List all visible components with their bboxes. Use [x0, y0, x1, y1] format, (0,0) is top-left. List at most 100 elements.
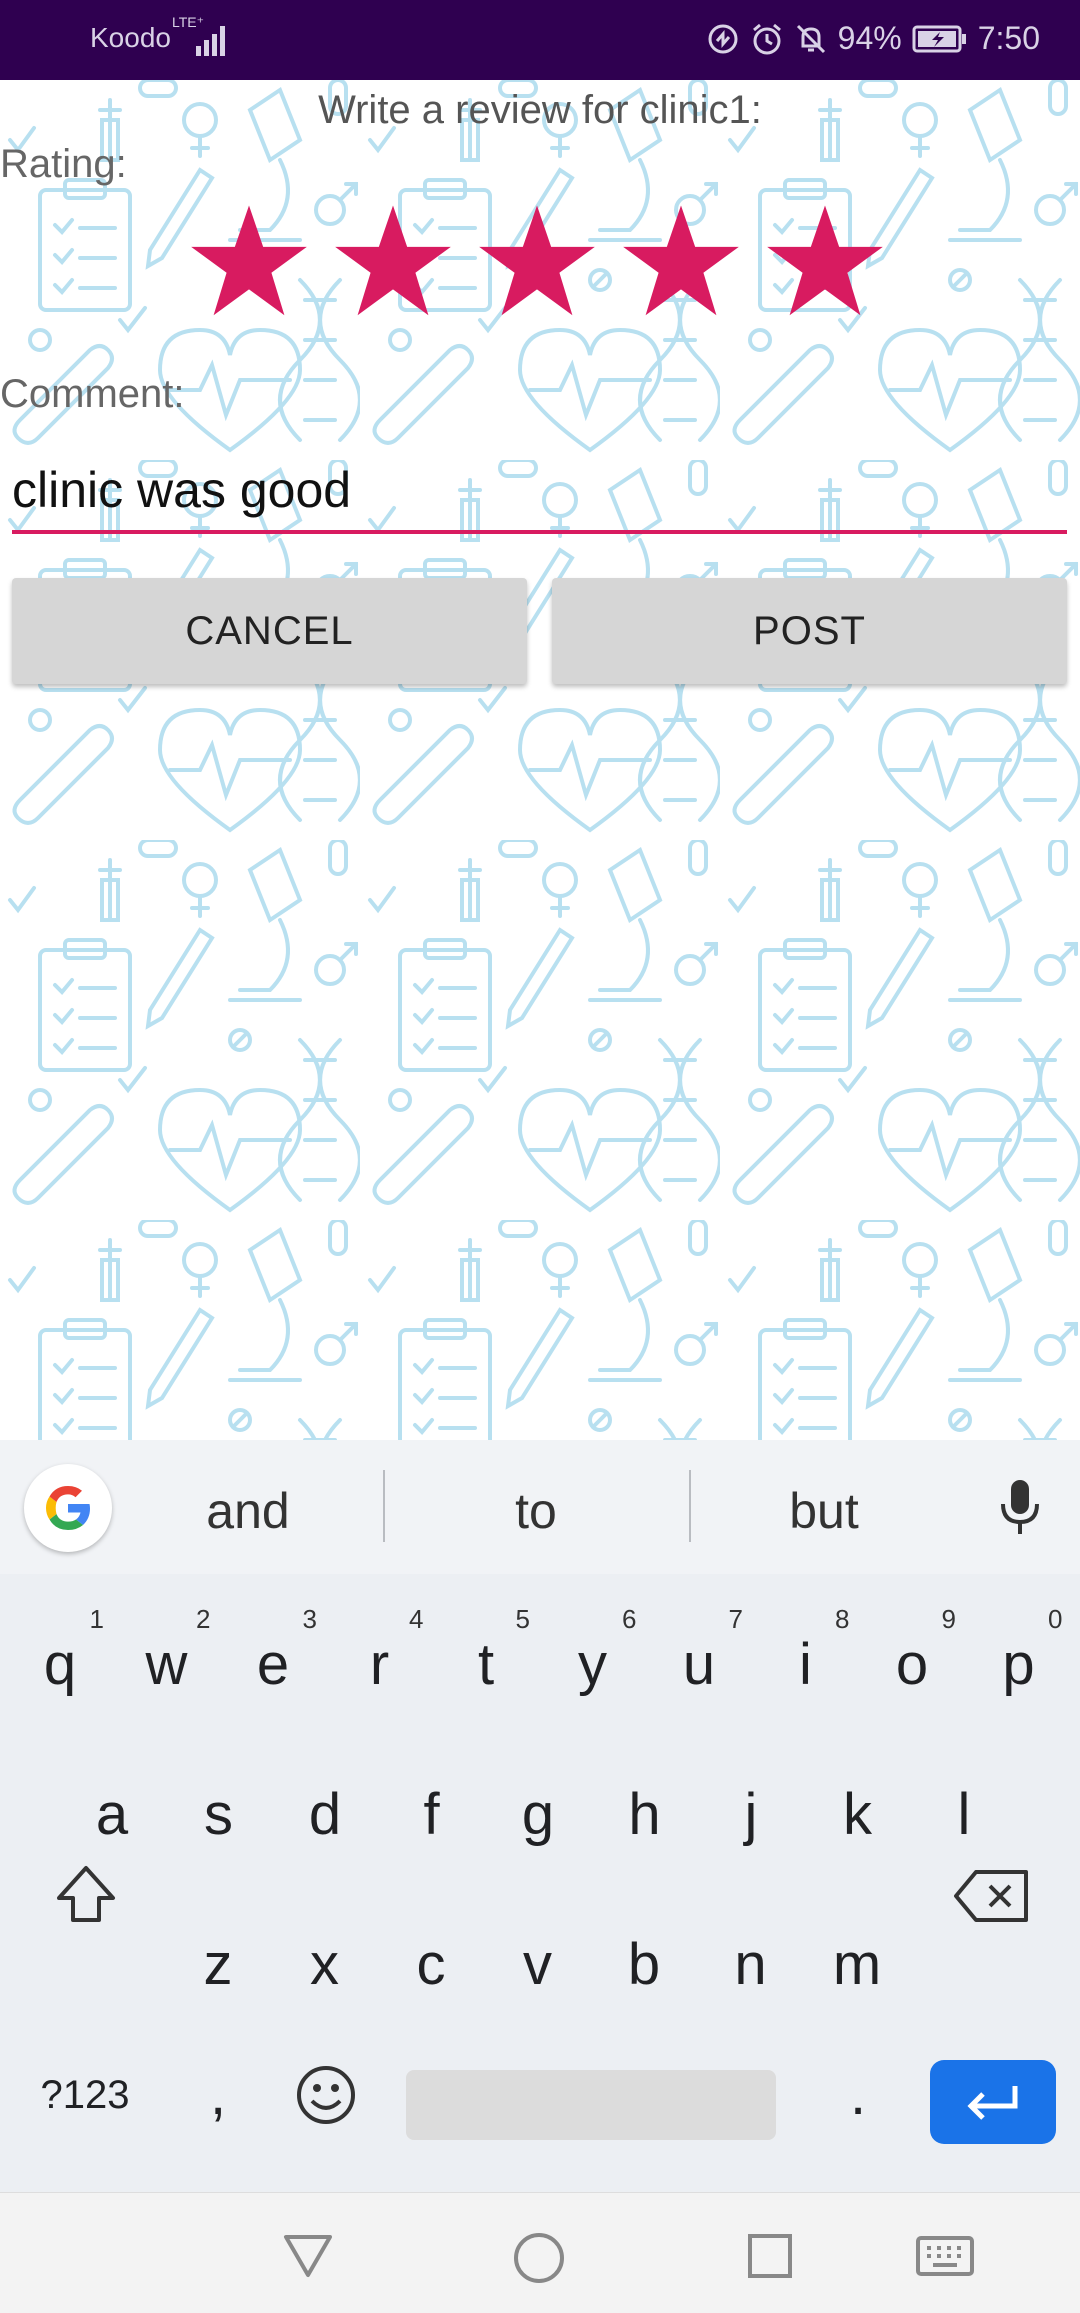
data-saver-icon [708, 24, 738, 53]
key-label: r [369, 1632, 390, 1697]
rating-star-icon[interactable] [478, 202, 596, 320]
key-b[interactable]: b [594, 1900, 694, 2030]
key-label: y [578, 1632, 607, 1697]
key-hint: 6 [622, 1604, 637, 1634]
key-label: g [521, 1782, 555, 1847]
key-i[interactable]: i8 [756, 1600, 856, 1730]
key-k[interactable]: k [808, 1750, 908, 1880]
suggestion-divider [689, 1470, 691, 1542]
shift-icon [57, 1866, 115, 1922]
key-hint: 8 [835, 1604, 850, 1634]
key-label: j [744, 1782, 758, 1847]
suggestion-2[interactable]: to [436, 1482, 636, 1540]
rating-star-icon[interactable] [766, 202, 884, 320]
key-label: f [423, 1782, 440, 1847]
rating-bar[interactable] [190, 202, 884, 320]
signal-icon [196, 26, 225, 56]
key-x[interactable]: x [275, 1900, 375, 2030]
key-q[interactable]: q1 [10, 1600, 110, 1730]
key-o[interactable]: o9 [862, 1600, 962, 1730]
key-z[interactable]: z [168, 1900, 268, 2030]
carrier-name: Koodo [90, 22, 171, 53]
key-f[interactable]: f [382, 1750, 482, 1880]
enter-key[interactable] [930, 2060, 1056, 2144]
key-label: w [145, 1632, 188, 1697]
symbols-key[interactable]: ?123 [20, 2030, 150, 2160]
key-label: p [1002, 1632, 1035, 1697]
home-icon[interactable] [512, 2231, 566, 2285]
key-label: n [734, 1932, 767, 1997]
backspace-key[interactable] [942, 1830, 1042, 1960]
status-bar: Koodo LTE⁺ 94% 7:50 [0, 0, 1080, 80]
key-w[interactable]: w2 [117, 1600, 217, 1730]
google-icon[interactable] [24, 1464, 112, 1552]
key-m[interactable]: m [807, 1900, 907, 2030]
comment-input[interactable] [12, 450, 1067, 534]
backspace-icon [954, 1870, 1028, 1922]
back-icon[interactable] [280, 2231, 336, 2281]
key-hint: 2 [196, 1604, 211, 1634]
key-u[interactable]: u7 [649, 1600, 749, 1730]
key-label: v [523, 1932, 552, 1997]
key-hint: 9 [941, 1604, 956, 1634]
key-p[interactable]: p0 [969, 1600, 1069, 1730]
page-title: Write a review for clinic1: [318, 88, 762, 132]
key-label: z [203, 1932, 233, 1997]
review-screen: Write a review for clinic1: Rating: Comm… [0, 80, 1080, 1440]
key-hint: 7 [728, 1604, 743, 1634]
rating-star-icon[interactable] [190, 202, 308, 320]
suggestion-divider [383, 1470, 385, 1542]
key-label: q [43, 1632, 77, 1697]
key-label: x [310, 1932, 339, 1997]
key-label: h [628, 1782, 661, 1847]
key-g[interactable]: g [488, 1750, 588, 1880]
comma-key[interactable]: , [168, 2030, 268, 2160]
rating-star-icon[interactable] [334, 202, 452, 320]
key-c[interactable]: c [381, 1900, 481, 2030]
recents-icon[interactable] [745, 2231, 795, 2281]
emoji-key[interactable] [276, 2030, 376, 2160]
key-d[interactable]: d [275, 1750, 375, 1880]
navigation-bar [0, 2192, 1080, 2313]
keyboard-toggle-icon[interactable] [915, 2235, 975, 2277]
battery-icon [912, 25, 966, 52]
key-v[interactable]: v [488, 1900, 588, 2030]
suggestion-3[interactable]: but [724, 1482, 924, 1540]
emoji-icon [297, 2066, 355, 2124]
post-button[interactable]: POST [552, 578, 1067, 684]
key-hint: 5 [515, 1604, 530, 1634]
mic-icon[interactable] [996, 1476, 1044, 1540]
key-label: c [416, 1932, 446, 1997]
key-label: k [843, 1782, 872, 1847]
key-s[interactable]: s [169, 1750, 269, 1880]
key-y[interactable]: y6 [543, 1600, 643, 1730]
key-label: d [308, 1782, 342, 1847]
shift-key[interactable] [36, 1830, 136, 1960]
key-label: b [627, 1932, 661, 1997]
key-r[interactable]: r4 [330, 1600, 430, 1730]
key-label: o [895, 1632, 929, 1697]
cancel-button[interactable]: CANCEL [12, 578, 527, 684]
comment-label: Comment: [0, 372, 185, 416]
key-t[interactable]: t5 [436, 1600, 536, 1730]
clock: 7:50 [977, 20, 1040, 56]
key-e[interactable]: e3 [223, 1600, 323, 1730]
period-key[interactable]: . [808, 2030, 908, 2160]
alarm-icon [752, 23, 781, 54]
key-j[interactable]: j [701, 1750, 801, 1880]
key-n[interactable]: n [701, 1900, 801, 2030]
key-label: u [682, 1632, 716, 1697]
key-hint: 3 [302, 1604, 317, 1634]
rating-star-icon[interactable] [622, 202, 740, 320]
space-key[interactable] [406, 2070, 776, 2140]
key-label: i [799, 1632, 812, 1697]
key-hint: 4 [409, 1604, 424, 1634]
do-not-disturb-icon [796, 24, 825, 53]
key-label: s [204, 1782, 233, 1847]
key-hint: 0 [1048, 1604, 1063, 1634]
key-hint: 1 [89, 1604, 104, 1634]
suggestion-bar: and to but [0, 1440, 1080, 1574]
key-h[interactable]: h [595, 1750, 695, 1880]
suggestion-1[interactable]: and [148, 1482, 348, 1540]
battery-percent: 94% [837, 20, 902, 56]
